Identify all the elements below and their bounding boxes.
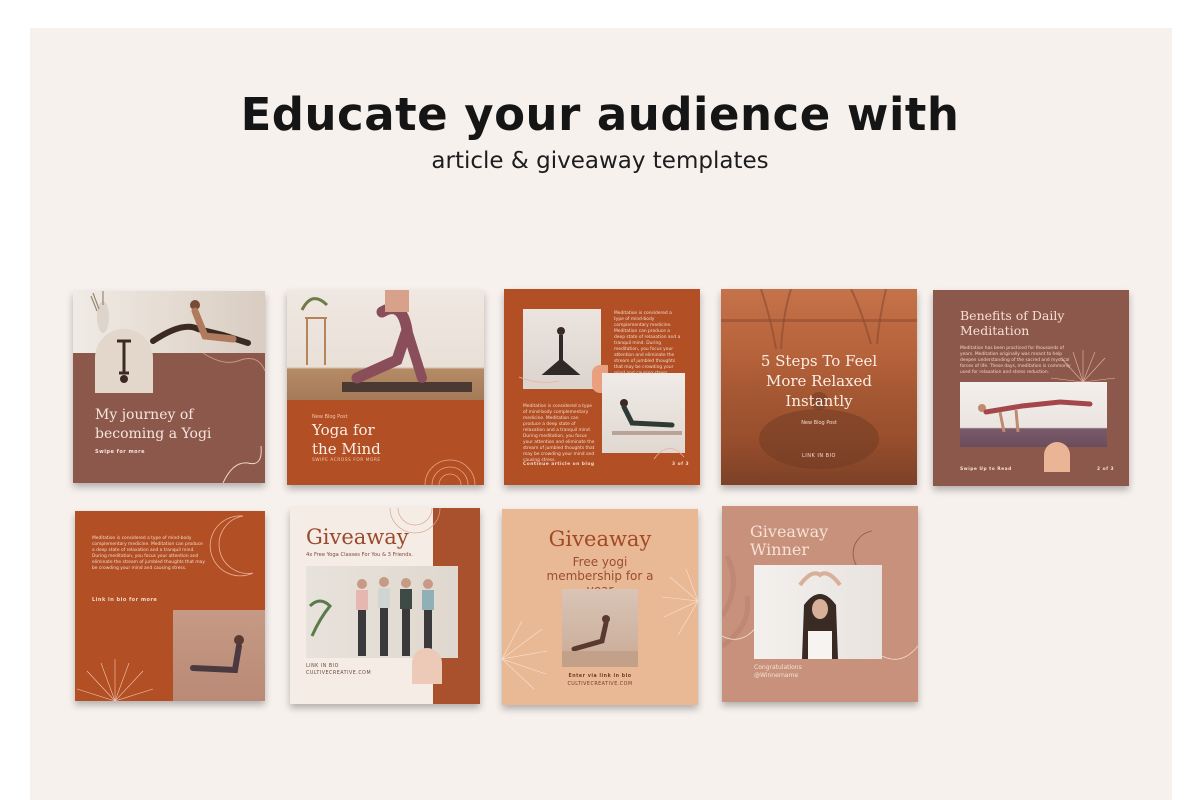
template-card-link-in-bio: Meditation is considered a type of mind-… — [75, 511, 265, 701]
card-cta: LINK IN BIO — [801, 453, 836, 459]
template-card-giveaway-membership: Giveaway Free yogi membership for a year… — [502, 509, 698, 705]
subheadline: article & giveaway templates — [431, 148, 769, 174]
card-title: Giveaway — [306, 525, 409, 549]
card-cta: Swipe for more — [95, 449, 145, 455]
card-cta: LINK IN BIO — [306, 664, 339, 669]
template-card-giveaway-winner: Giveaway Winner Congratulations @Winnern… — [722, 506, 918, 702]
reclined-pose-photo — [173, 610, 265, 701]
card-cta: Swipe Up to Read — [960, 467, 1012, 472]
template-card-giveaway-group: Giveaway 4x Free Yoga Classes For You & … — [290, 508, 480, 704]
headline: Educate your audience with — [240, 88, 960, 141]
reclined-figure — [190, 635, 244, 674]
template-card-benefits: Benefits of Daily Meditation Meditation … — [933, 290, 1129, 486]
page-indicator: 2 of 3 — [1097, 467, 1115, 472]
card-site: CULTIVECREATIVE.COM — [567, 682, 633, 687]
card-title: Giveaway Winner — [750, 522, 829, 559]
swirl-line-decoration — [518, 376, 685, 460]
template-card-yoga-mind: New Blog Post Yoga for the Mind SWIPE AC… — [287, 290, 484, 485]
group-figures — [308, 577, 434, 656]
rainbow-arcs-decoration — [424, 459, 476, 485]
winner-photo — [754, 565, 882, 659]
card-site: CULTIVECREATIVE.COM — [306, 671, 372, 676]
card-title: 5 Steps To Feel More Relaxed Instantly — [760, 352, 878, 410]
crane-pose-photo — [960, 382, 1107, 447]
group-photo — [306, 566, 458, 658]
card-cta: Enter via link in bio — [568, 674, 632, 679]
winner-handle: @Winnername — [754, 672, 799, 679]
template-card-journey: My journey of becoming a Yogi Swipe for … — [73, 291, 265, 483]
crane-figure — [978, 399, 1093, 433]
template-card-five-steps: 5 Steps To Feel More Relaxed Instantly N… — [721, 289, 917, 485]
winner-figure — [798, 571, 842, 659]
card-title: My journey of becoming a Yogi — [95, 407, 212, 442]
card-tag: New Blog Post — [801, 420, 837, 426]
congrats-text: Congratulations — [754, 664, 802, 671]
peach-arch-accent — [412, 648, 442, 684]
card-subtitle: 4x Free Yoga Classes For You & 3 Friends… — [306, 552, 413, 558]
peach-arch-accent — [1044, 442, 1070, 472]
template-card-article: Meditation is considered a type of mind-… — [504, 289, 700, 485]
